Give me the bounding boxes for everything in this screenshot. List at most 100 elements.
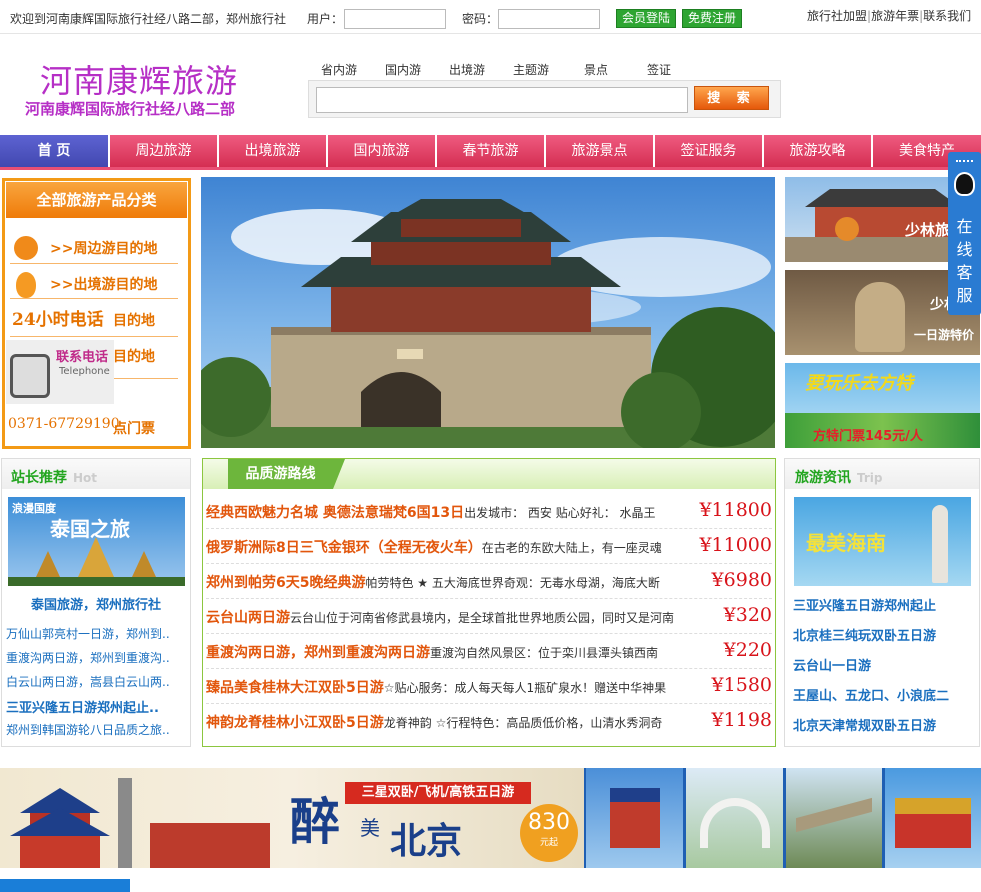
welcome-site-link[interactable]: 河南康辉国际旅行社经八路二部 [46, 12, 214, 26]
route-desc: 重渡沟自然风景区：位于栾川县潭头镇西南 [430, 646, 659, 660]
hainan-title: 最美海南 [806, 531, 886, 555]
category-nearby[interactable]: >>周边游目的地 [50, 238, 157, 258]
route-row[interactable]: 臻品美食桂林大江双卧5日游☆贴心服务：成人每天每人1瓶矿泉水！赠送中华神果 ¥15… [206, 669, 772, 704]
news-link[interactable]: 云台山一日游 [793, 655, 871, 674]
route-title[interactable]: 重渡沟两日游，郑州到重渡沟两日游 [206, 645, 430, 661]
telephone-image: 联系电话 Telephone [6, 340, 114, 404]
contact-label: 联系电话 [56, 350, 109, 365]
register-button[interactable]: 免费注册 [682, 9, 742, 28]
recommend-link[interactable]: 郑州到韩国游轮八日品质之旅.. [6, 721, 170, 738]
contact-en: Telephone [59, 366, 110, 377]
route-price: ¥11800 [695, 499, 772, 521]
route-row[interactable]: 俄罗斯洲际8日三飞金银环（全程无夜火车）在古老的东欧大陆上，有一座灵魂 ¥1100… [206, 529, 772, 564]
banner-price: 830 [528, 810, 570, 835]
recommend-link[interactable]: 白云山两日游，嵩县白云山两.. [6, 673, 170, 690]
category-tickets[interactable]: 点门票 [113, 418, 155, 438]
category-divider [10, 263, 178, 264]
thailand-caption[interactable]: 泰国旅游，郑州旅行社 [31, 594, 161, 613]
route-title[interactable]: 云台山两日游 [206, 610, 290, 626]
fantawild-image[interactable]: 要玩乐去方特 方特门票145元/人 [785, 363, 980, 448]
route-row[interactable]: 神韵龙脊桂林小江双卧5日游龙脊神韵 ☆行程特色：高品质低价格，山清水秀洞奇 ¥11… [206, 704, 772, 739]
search-button[interactable]: 搜 索 [694, 86, 769, 110]
password-label: 密码： [462, 12, 499, 26]
news-link[interactable]: 三亚兴隆五日游郑州起止 [793, 595, 936, 614]
nav-visa[interactable]: 签证服务 [655, 135, 764, 167]
banner-price-unit: 元起 [539, 838, 558, 848]
quality-tab[interactable]: 品质游路线 [228, 459, 333, 489]
online-service-float[interactable]: 在 线 客 服 [948, 152, 981, 315]
dots-icon [956, 160, 973, 167]
recommend-link[interactable]: 万仙山郭亮村一日游，郑州到.. [6, 625, 170, 642]
news-link[interactable]: 王屋山、五龙口、小浪底二 [793, 685, 949, 704]
route-desc: 帕劳特色 ★ 五大海底世界奇观：无毒水母湖，海底大断 [365, 576, 660, 590]
recommend-link[interactable]: 重渡沟两日游，郑州到重渡沟.. [6, 649, 170, 666]
search-tab-theme[interactable]: 主题游 [513, 61, 549, 78]
news-link[interactable]: 北京桂三纯玩双卧五日游 [793, 625, 936, 644]
category-outbound[interactable]: >>出境游目的地 [50, 274, 157, 294]
route-title[interactable]: 神韵龙脊桂林小江双卧5日游 [206, 715, 384, 731]
search-tab-scenic[interactable]: 景点 [584, 61, 608, 78]
bottom-section-tab[interactable] [0, 879, 130, 892]
wall-shape [796, 797, 872, 833]
annual-ticket-link[interactable]: 旅游年票 [871, 9, 919, 23]
nav-guides[interactable]: 旅游攻略 [764, 135, 873, 167]
route-title[interactable]: 俄罗斯洲际8日三飞金银环（全程无夜火车） [206, 540, 482, 556]
price-badge: 830 元起 [520, 804, 578, 862]
route-price: ¥1198 [707, 709, 772, 731]
search-tab-province[interactable]: 省内游 [321, 61, 357, 78]
news-title: 旅游资讯 Trip [795, 470, 883, 486]
thailand-image[interactable]: 浪漫国度 泰国之旅 [8, 497, 185, 586]
daytrip-special-text: 一日游特价 [913, 328, 974, 342]
route-price: ¥1580 [707, 674, 772, 696]
guanyin-statue [932, 505, 948, 583]
route-title[interactable]: 臻品美食桂林大江双卧5日游 [206, 680, 384, 696]
nav-outbound-tours[interactable]: 出境旅游 [219, 135, 328, 167]
route-row[interactable]: 郑州到帕劳6天5晚经典游帕劳特色 ★ 五大海底世界奇观：无毒水母湖，海底大断 ¥6… [206, 564, 772, 599]
search-input[interactable] [316, 87, 688, 113]
beijing-banner[interactable]: 醉 美 北京 三星双卧/飞机/高铁五日游 830 元起 [0, 768, 981, 868]
recommend-title: 站长推荐 Hot [11, 470, 98, 486]
recommend-link[interactable]: 三亚兴隆五日游郑州起止.. [6, 697, 159, 716]
welcome-city-link[interactable]: 郑州旅行社 [226, 12, 286, 26]
fantawild-title: 要玩乐去方特 [805, 373, 913, 394]
route-row[interactable]: 重渡沟两日游，郑州到重渡沟两日游重渡沟自然风景区：位于栾川县潭头镇西南 ¥220 [206, 634, 772, 669]
nav-attractions[interactable]: 旅游景点 [546, 135, 655, 167]
route-row[interactable]: 云台山两日游云台山位于河南省修武县境内，是全球首批世界地质公园，同时又是河南 ¥3… [206, 599, 772, 634]
fantawild-price: 方特门票145元/人 [813, 429, 923, 444]
great-wall-photo[interactable] [786, 768, 882, 868]
route-row[interactable]: 经典西欧魅力名城 奥德法意瑞梵6国13日出发城市： 西安 贴心好礼： 水晶王 ¥1… [206, 494, 772, 529]
bridge-shape [700, 798, 770, 848]
buddha-statue [855, 282, 905, 352]
hainan-image[interactable]: 最美海南 [794, 497, 971, 586]
route-title[interactable]: 郑州到帕劳6天5晚经典游 [206, 575, 365, 591]
category-domestic[interactable]: 目的地 [113, 310, 155, 330]
logo-title[interactable]: 河南康辉旅游 [40, 56, 238, 102]
route-title[interactable]: 经典西欧魅力名城 奥德法意瑞梵6国13日 [206, 505, 464, 521]
nearby-icon [14, 236, 38, 260]
phone-number: 0371-67729190 [8, 416, 120, 432]
nav-nearby-tours[interactable]: 周边旅游 [110, 135, 219, 167]
temple-of-heaven-illustration [10, 778, 270, 868]
banner-tag: 三星双卧/飞机/高铁五日游 [345, 782, 531, 804]
temple-photo[interactable] [586, 768, 683, 868]
category-divider [10, 336, 178, 337]
category-divider [114, 378, 178, 379]
nav-home[interactable]: 首 页 [0, 135, 110, 167]
bridge-photo[interactable] [686, 768, 783, 868]
search-tab-domestic[interactable]: 国内游 [385, 61, 421, 78]
contact-link[interactable]: 联系我们 [923, 9, 971, 23]
route-price: ¥11000 [695, 534, 772, 556]
nav-spring-festival[interactable]: 春节旅游 [437, 135, 546, 167]
hero-banner[interactable] [201, 177, 775, 448]
franchise-link[interactable]: 旅行社加盟 [807, 9, 867, 23]
username-input[interactable] [344, 9, 446, 29]
search-tab-visa[interactable]: 签证 [647, 61, 671, 78]
nav-domestic-tours[interactable]: 国内旅游 [328, 135, 437, 167]
palace-photo[interactable] [885, 768, 981, 868]
news-link[interactable]: 北京天津常规双卧五日游 [793, 715, 936, 734]
login-button[interactable]: 会员登陆 [616, 9, 676, 28]
search-tab-outbound[interactable]: 出境游 [449, 61, 485, 78]
password-input[interactable] [498, 9, 600, 29]
category-title: 全部旅游产品分类 [6, 182, 187, 218]
category-theme[interactable]: 目的地 [113, 346, 155, 366]
